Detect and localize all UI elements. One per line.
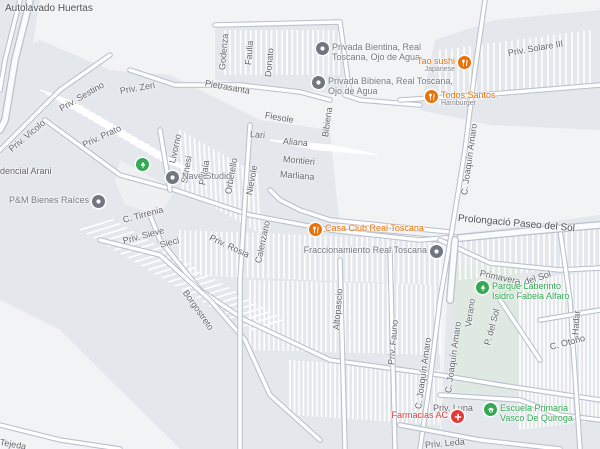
poi-title: P&M Bienes Raíces: [8, 195, 89, 205]
poi-title: Farmacias AC: [391, 410, 448, 420]
pin-icon[interactable]: [166, 171, 179, 184]
poi-name: Farmacias AC: [391, 410, 448, 420]
poi-title: Fraccionamiento Real Toscana: [303, 245, 427, 255]
pin-icon[interactable]: [430, 245, 443, 258]
poi-category: Hamburger: [441, 100, 477, 107]
fork-knife-icon[interactable]: [458, 56, 471, 69]
poi-name: Escuela Primaria Vasco De Quiroga: [500, 403, 585, 423]
poi-marker[interactable]: Escuela Primaria Vasco De Quiroga: [484, 403, 585, 423]
street-label: Faulia: [243, 40, 256, 66]
poi-marker[interactable]: Nave Studio: [166, 171, 231, 184]
street-label: Aliana: [282, 136, 309, 149]
street-label: Lari: [249, 129, 266, 141]
poi-marker[interactable]: P&M Bienes Raíces: [9, 195, 105, 208]
poi-marker[interactable]: Farmacias AC: [391, 410, 464, 423]
poi-name: Fraccionamiento Real Toscana: [304, 245, 427, 255]
tree-icon[interactable]: [136, 158, 149, 171]
poi-marker[interactable]: [136, 158, 149, 171]
poi-marker[interactable]: Fraccionamiento Real Toscana: [304, 245, 443, 258]
pin-icon[interactable]: [312, 76, 325, 89]
street-label: Autolavado Huertas: [5, 3, 93, 14]
pin-icon[interactable]: [316, 42, 329, 55]
poi-marker[interactable]: Parque Laberinto Isidro Fabela Alfaro: [476, 281, 572, 301]
map-canvas[interactable]: Autolavado Huertas Priv. Solare III Godenz…: [0, 0, 600, 449]
poi-title: Casa Club Real Toscana: [325, 223, 424, 233]
poi-name: P&M Bienes Raíces: [9, 195, 89, 205]
poi-category: Japanese: [424, 66, 455, 73]
poi-title: Escuela Primaria Vasco De Quiroga: [500, 403, 573, 423]
tree-icon[interactable]: [476, 281, 489, 294]
street-label: Hadar: [570, 310, 583, 336]
poi-name: Casa Club Real Toscana: [325, 223, 424, 233]
poi-title: Todos Santos: [441, 90, 496, 100]
fork-knife-icon[interactable]: [309, 223, 322, 236]
poi-title: Nave Studio: [182, 171, 232, 181]
poi-title: Parque Laberinto Isidro Fabela Alfaro: [492, 281, 570, 301]
poi-name: Tao sushi Japanese: [385, 56, 455, 74]
poi-name: Nave Studio: [182, 171, 231, 181]
poi-name: Parque Laberinto Isidro Fabela Alfaro: [492, 281, 572, 301]
pin-icon[interactable]: [92, 195, 105, 208]
poi-title: Tao sushi: [416, 56, 455, 66]
poi-name: Todos Santos Hamburger: [441, 90, 526, 108]
poi-marker[interactable]: Tao sushi Japanese: [385, 56, 471, 74]
cross-icon[interactable]: [451, 410, 464, 423]
poi-marker[interactable]: Todos Santos Hamburger: [425, 90, 526, 108]
fork-knife-icon[interactable]: [425, 90, 438, 103]
school-icon[interactable]: [484, 403, 497, 416]
street-label: dencial Arani: [0, 166, 52, 176]
poi-marker[interactable]: Casa Club Real Toscana: [309, 223, 424, 236]
